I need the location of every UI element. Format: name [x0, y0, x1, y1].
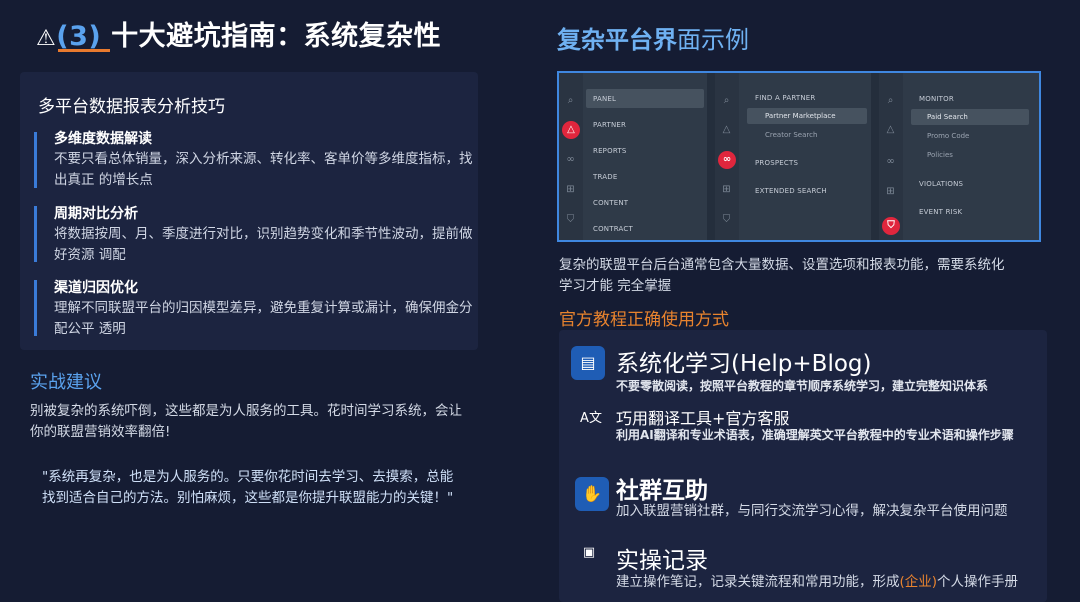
platform-title-light: 面示例 — [677, 26, 749, 54]
menu-item-event-risk[interactable]: EVENT RISK — [919, 208, 962, 216]
menu-subitem-policies[interactable]: Policies — [927, 151, 953, 159]
menu-item-prospects[interactable]: PROSPECTS — [755, 159, 798, 167]
tip-description: 理解不同联盟平台的归因模型差异，避免重复计算或漏计，确保佣金分配公平 透明 — [54, 300, 473, 337]
menu-item-panel[interactable]: PANEL — [593, 95, 616, 103]
infinity-icon: ∞ — [718, 151, 736, 169]
method-title: 巧用翻译工具+官方客服 — [616, 409, 790, 428]
brand-logo-icon: △ — [562, 121, 580, 139]
method-desc-part: 建立操作笔记，记录关键流程和常用功能，形成 — [616, 574, 900, 590]
brand-logo-icon: △ — [722, 124, 731, 135]
grid-icon: ⊞ — [722, 184, 731, 195]
tips-heading: 多平台数据报表分析技巧 — [38, 97, 225, 117]
menu-subitem-paid-search[interactable]: Paid Search — [927, 113, 968, 121]
tip-title: 渠道归因优化 — [54, 280, 138, 296]
shield-icon: ⛉ — [722, 214, 731, 225]
method-title: 社群互助 — [616, 478, 708, 504]
platform-title-bold: 复杂平台界 — [557, 26, 677, 54]
menu-subitem-creator-search[interactable]: Creator Search — [765, 131, 817, 139]
title-text: 十大避坑指南：系统复杂性 — [111, 21, 442, 52]
menu-item-content[interactable]: CONTENT — [593, 199, 628, 207]
title-number: (3) — [56, 21, 102, 52]
slide-title: ⚠(3) 十大避坑指南：系统复杂性 — [36, 14, 441, 53]
brand-logo-icon: △ — [886, 124, 895, 135]
menu-item-partner[interactable]: PARTNER — [593, 121, 626, 129]
search-icon: ⌕ — [887, 95, 894, 106]
menu-item-find-partner[interactable]: FIND A PARTNER — [755, 94, 815, 102]
method-desc-highlight: (企业) — [899, 574, 938, 590]
platform-screenshot: ⌕ △ ∞ ⊞ ⛉ PANEL PARTNER REPORTS TRADE CO… — [557, 71, 1041, 242]
method-description: 不要零散阅读，按照平台教程的章节顺序系统学习，建立完整知识体系 — [616, 379, 989, 393]
warning-icon: ⚠ — [36, 26, 57, 51]
menu-item-monitor[interactable]: MONITOR — [919, 95, 954, 103]
tip-accent-bar — [34, 280, 37, 336]
method-description: 建立操作笔记，记录关键流程和常用功能，形成(企业)个人操作手册 — [616, 573, 1036, 602]
method-title: 实操记录 — [616, 548, 708, 574]
method-description: 利用AI翻译和专业术语表，准确理解英文平台教程中的专业术语和操作步骤 — [616, 428, 1014, 442]
title-underline — [58, 49, 110, 52]
advice-quote: "系统再复杂，也是为人服务的。只要你花时间去学习、去摸索，总能找到适合自己的方法… — [42, 469, 454, 506]
method-title: 系统化学习(Help+Blog) — [616, 351, 872, 377]
menu-item-violations[interactable]: VIOLATIONS — [919, 180, 963, 188]
advice-text: 别被复杂的系统吓倒，这些都是为人服务的工具。花时间学习系统，会让你的联盟营销效率… — [30, 403, 462, 440]
platform-title: 复杂平台界面示例 — [557, 20, 749, 55]
search-icon: ⌕ — [723, 95, 730, 106]
infinity-icon: ∞ — [566, 154, 575, 165]
infinity-icon: ∞ — [886, 156, 895, 167]
shield-icon: ⛉ — [566, 214, 575, 225]
menu-item-contract[interactable]: CONTRACT — [593, 225, 633, 233]
shield-icon: ⛉ — [882, 217, 900, 235]
method-desc-part: 个人操作手册 — [937, 574, 1019, 590]
menu-item-reports[interactable]: REPORTS — [593, 147, 627, 155]
translate-icon: A文 — [580, 411, 602, 426]
clipboard-icon: ▣ — [582, 545, 596, 560]
tutorial-title: 官方教程正确使用方式 — [559, 310, 729, 330]
tip-description: 不要只看总体销量，深入分析来源、转化率、客单价等多维度指标，找出真正 的增长点 — [54, 151, 473, 188]
advice-title: 实战建议 — [30, 372, 102, 393]
tip-accent-bar — [34, 206, 37, 262]
method-description: 加入联盟营销社群，与同行交流学习心得，解决复杂平台使用问题 — [616, 503, 1008, 519]
menu-subitem-promo-code[interactable]: Promo Code — [927, 132, 969, 140]
menu-subitem-partner-marketplace[interactable]: Partner Marketplace — [765, 112, 836, 120]
tip-accent-bar — [34, 132, 37, 188]
book-icon: ▤ — [571, 346, 605, 380]
grid-icon: ⊞ — [886, 186, 895, 197]
platform-description: 复杂的联盟平台后台通常包含大量数据、设置选项和报表功能，需要系统化学习才能 完全… — [559, 257, 1005, 294]
tip-title: 周期对比分析 — [54, 206, 138, 222]
tip-description: 将数据按周、月、季度进行对比，识别趋势变化和季节性波动，提前做好资源 调配 — [54, 226, 473, 263]
menu-item-extended-search[interactable]: EXTENDED SEARCH — [755, 187, 827, 195]
menu-item-trade[interactable]: TRADE — [593, 173, 617, 181]
search-icon: ⌕ — [567, 95, 574, 106]
grid-icon: ⊞ — [566, 184, 575, 195]
handshake-icon: ✋ — [575, 477, 609, 511]
tip-title: 多维度数据解读 — [54, 131, 152, 147]
